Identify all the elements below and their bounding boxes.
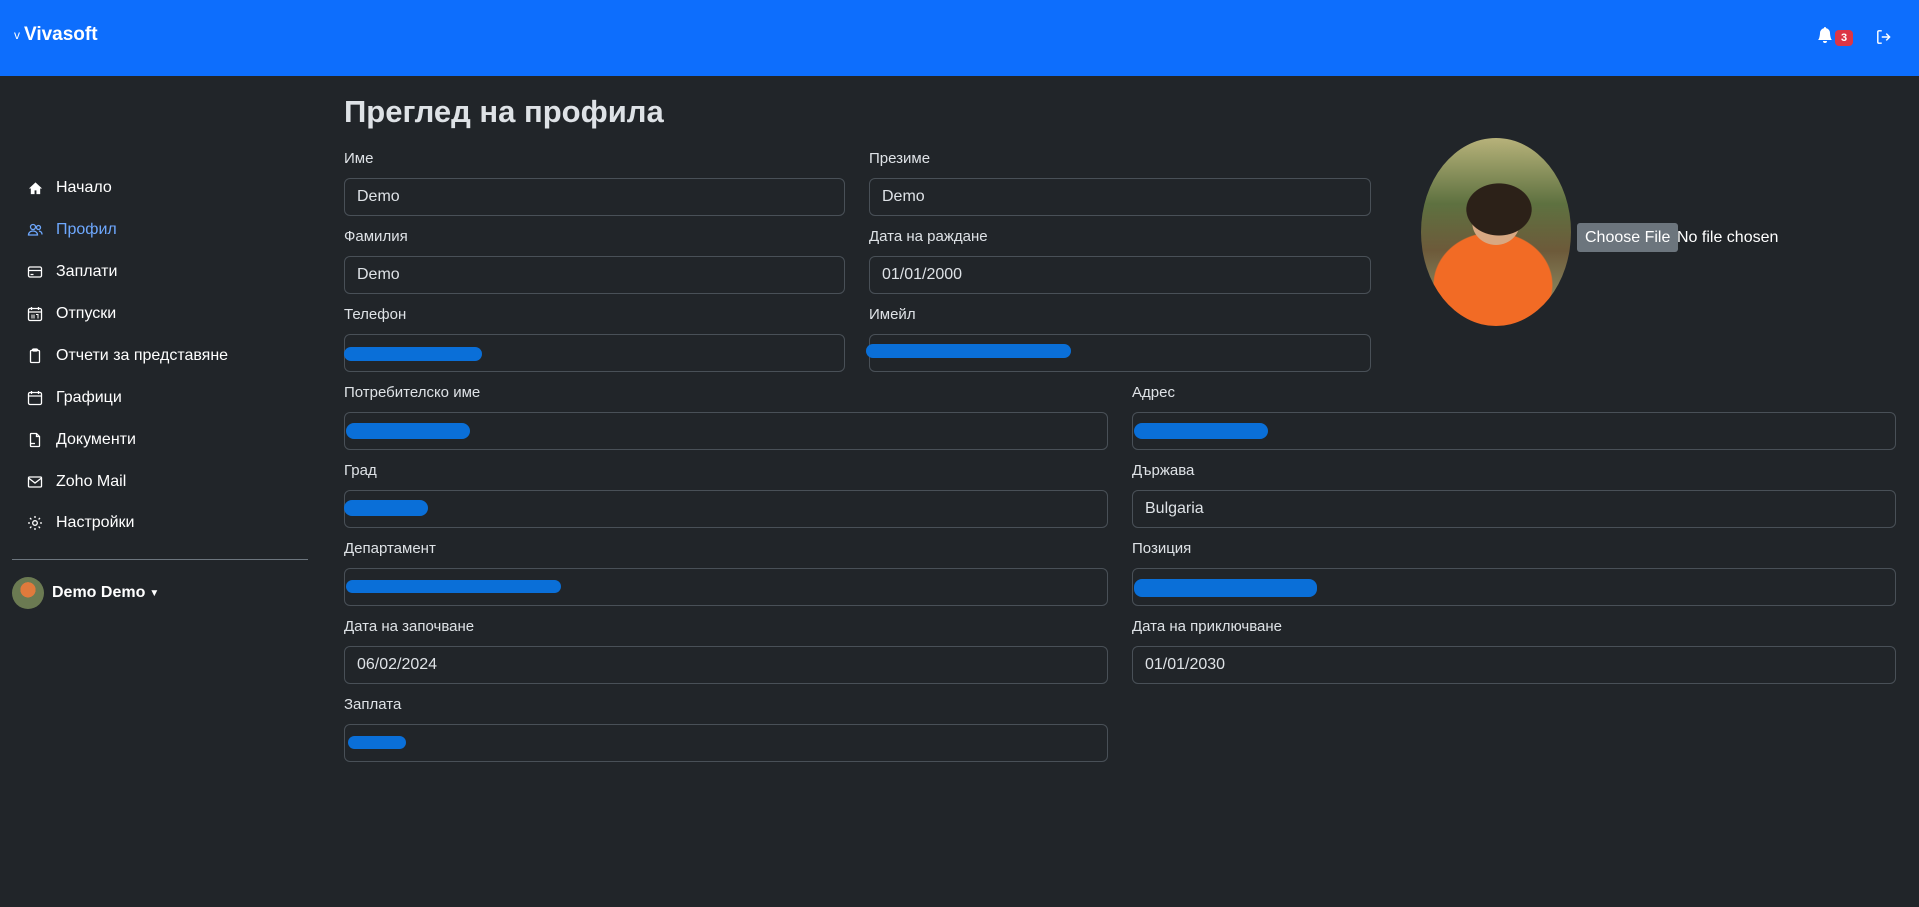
file-status-text: No file chosen [1677, 229, 1779, 246]
position-label: Позиция [1132, 540, 1192, 557]
brand-logo[interactable]: v Vivasoft [14, 24, 98, 46]
clipboard-icon [26, 347, 44, 365]
credit-card-icon [26, 263, 44, 281]
bell-icon [1817, 26, 1833, 48]
brand-mark: v [14, 28, 20, 42]
sidebar-item-label: Графици [56, 389, 122, 406]
redaction-mark [866, 344, 1071, 358]
username-label: Потребителско име [344, 384, 481, 401]
country-label: Държава [1132, 462, 1195, 479]
department-label: Департамент [344, 540, 436, 557]
sidebar-item-schedules[interactable]: Графици [26, 386, 122, 410]
choose-file-button[interactable]: Choose File [1577, 223, 1679, 252]
redaction-mark [346, 423, 470, 439]
brand-name: Vivasoft [24, 24, 98, 45]
page-title: Преглед на профила [344, 94, 664, 129]
last-name-field[interactable]: Demo [344, 256, 845, 294]
city-label: Град [344, 462, 377, 479]
sidebar-item-label: Профил [56, 221, 117, 238]
sidebar-item-label: Zoho Mail [56, 473, 127, 490]
top-navbar: v Vivasoft 3 [0, 0, 1919, 76]
logout-button[interactable] [1875, 28, 1893, 51]
last-name-label: Фамилия [344, 228, 408, 245]
sidebar-item-label: Отпуски [56, 305, 117, 322]
sidebar-item-settings[interactable]: Настройки [26, 511, 134, 535]
sidebar-item-leaves[interactable]: Отпуски [26, 302, 116, 326]
caret-down-icon: ▼ [149, 587, 160, 599]
sidebar-item-label: Заплати [56, 263, 118, 280]
phone-label: Телефон [344, 306, 407, 323]
sidebar-item-home[interactable]: Начало [26, 176, 112, 200]
user-menu-toggle[interactable]: Demo Demo ▼ [12, 577, 159, 609]
avatar [12, 577, 44, 609]
birth-date-label: Дата на раждане [869, 228, 988, 245]
logout-icon [1875, 30, 1893, 50]
middle-name-label: Презиме [869, 150, 931, 167]
gear-icon [26, 514, 44, 532]
user-name: Demo Demo [52, 584, 146, 601]
redaction-mark [346, 580, 561, 593]
redaction-mark [344, 347, 482, 361]
profile-photo [1421, 138, 1571, 326]
mail-icon [26, 473, 44, 491]
sidebar-item-label: Отчети за представяне [56, 347, 229, 364]
sidebar-item-label: Настройки [56, 514, 135, 531]
start-date-field[interactable]: 06/02/2024 [344, 646, 1108, 684]
redaction-mark [1134, 423, 1268, 439]
sidebar-item-label: Начало [56, 179, 112, 196]
redaction-mark [1134, 579, 1317, 597]
email-label: Имейл [869, 306, 916, 323]
users-icon [26, 221, 44, 239]
home-icon [26, 179, 44, 197]
notifications-button[interactable]: 3 [1817, 26, 1854, 48]
redaction-mark [344, 500, 428, 516]
document-icon [26, 431, 44, 449]
sidebar-item-performance-reports[interactable]: Отчети за представяне [26, 344, 228, 368]
end-date-field[interactable]: 01/01/2030 [1132, 646, 1896, 684]
salary-field[interactable] [344, 724, 1108, 762]
address-label: Адрес [1132, 384, 1175, 401]
city-field[interactable] [344, 490, 1108, 528]
sidebar-item-salaries[interactable]: Заплати [26, 260, 117, 284]
end-date-label: Дата на приключване [1132, 618, 1283, 635]
start-date-label: Дата на започване [344, 618, 475, 635]
middle-name-field[interactable]: Demo [869, 178, 1371, 216]
first-name-label: Име [344, 150, 374, 167]
sidebar-item-documents[interactable]: Документи [26, 428, 136, 452]
redaction-mark [348, 736, 406, 749]
first-name-field[interactable]: Demo [344, 178, 845, 216]
sidebar-divider [12, 559, 308, 560]
calendar-blank-icon [26, 389, 44, 407]
sidebar-item-label: Документи [56, 431, 136, 448]
birth-date-field[interactable]: 01/01/2000 [869, 256, 1371, 294]
salary-label: Заплата [344, 696, 402, 713]
sidebar-item-profile[interactable]: Профил [26, 218, 117, 242]
sidebar-item-zoho-mail[interactable]: Zoho Mail [26, 470, 126, 494]
calendar-icon [26, 305, 44, 323]
notification-badge: 3 [1835, 29, 1854, 46]
country-field[interactable]: Bulgaria [1132, 490, 1896, 528]
